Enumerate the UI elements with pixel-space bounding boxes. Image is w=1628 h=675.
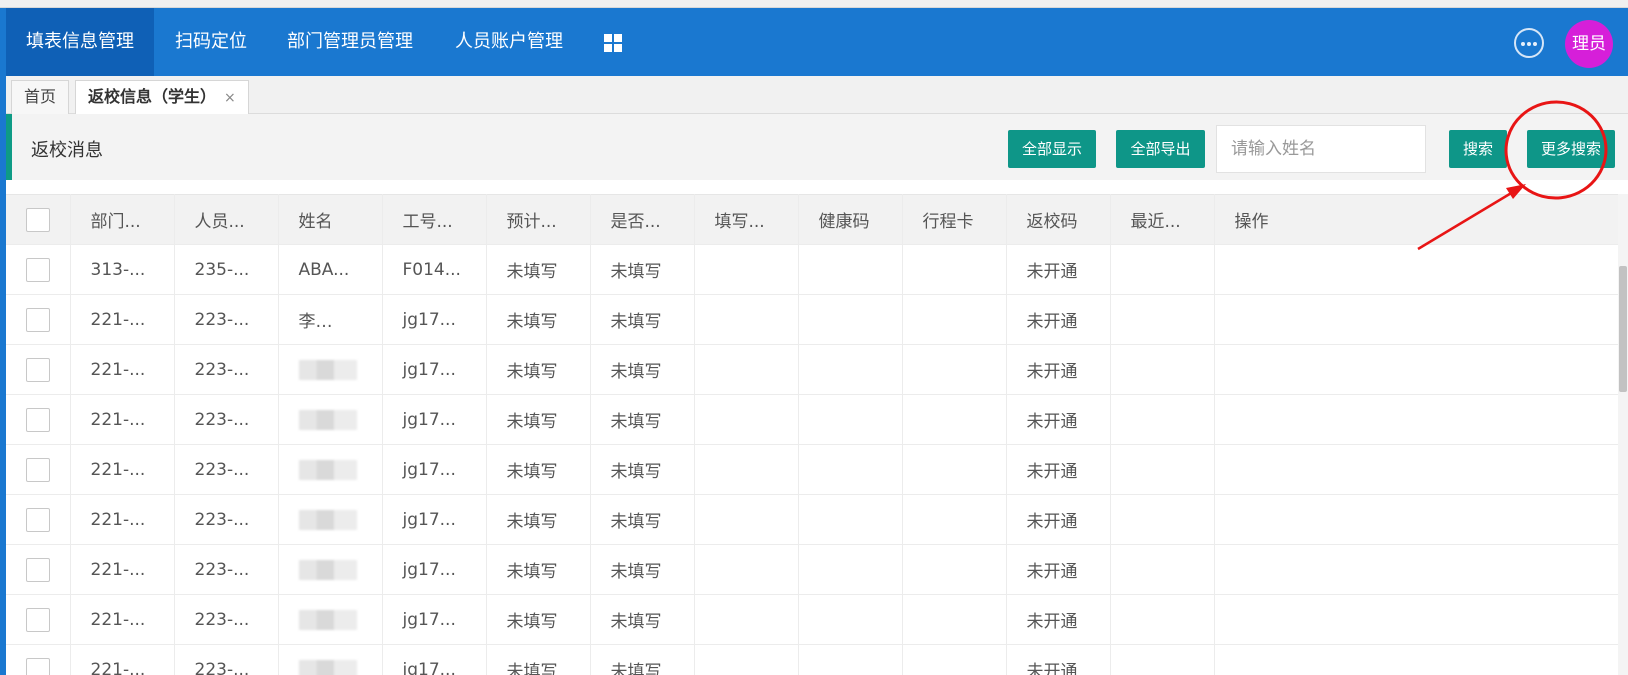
annotation-arrow-line xyxy=(1417,187,1519,251)
annotation-arrow-head xyxy=(1506,184,1526,199)
annotation-overlay xyxy=(1417,100,1608,251)
page-root: 填表信息管理 扫码定位 部门管理员管理 人员账户管理 理员 首页 返校信息（学生… xyxy=(0,0,1628,675)
